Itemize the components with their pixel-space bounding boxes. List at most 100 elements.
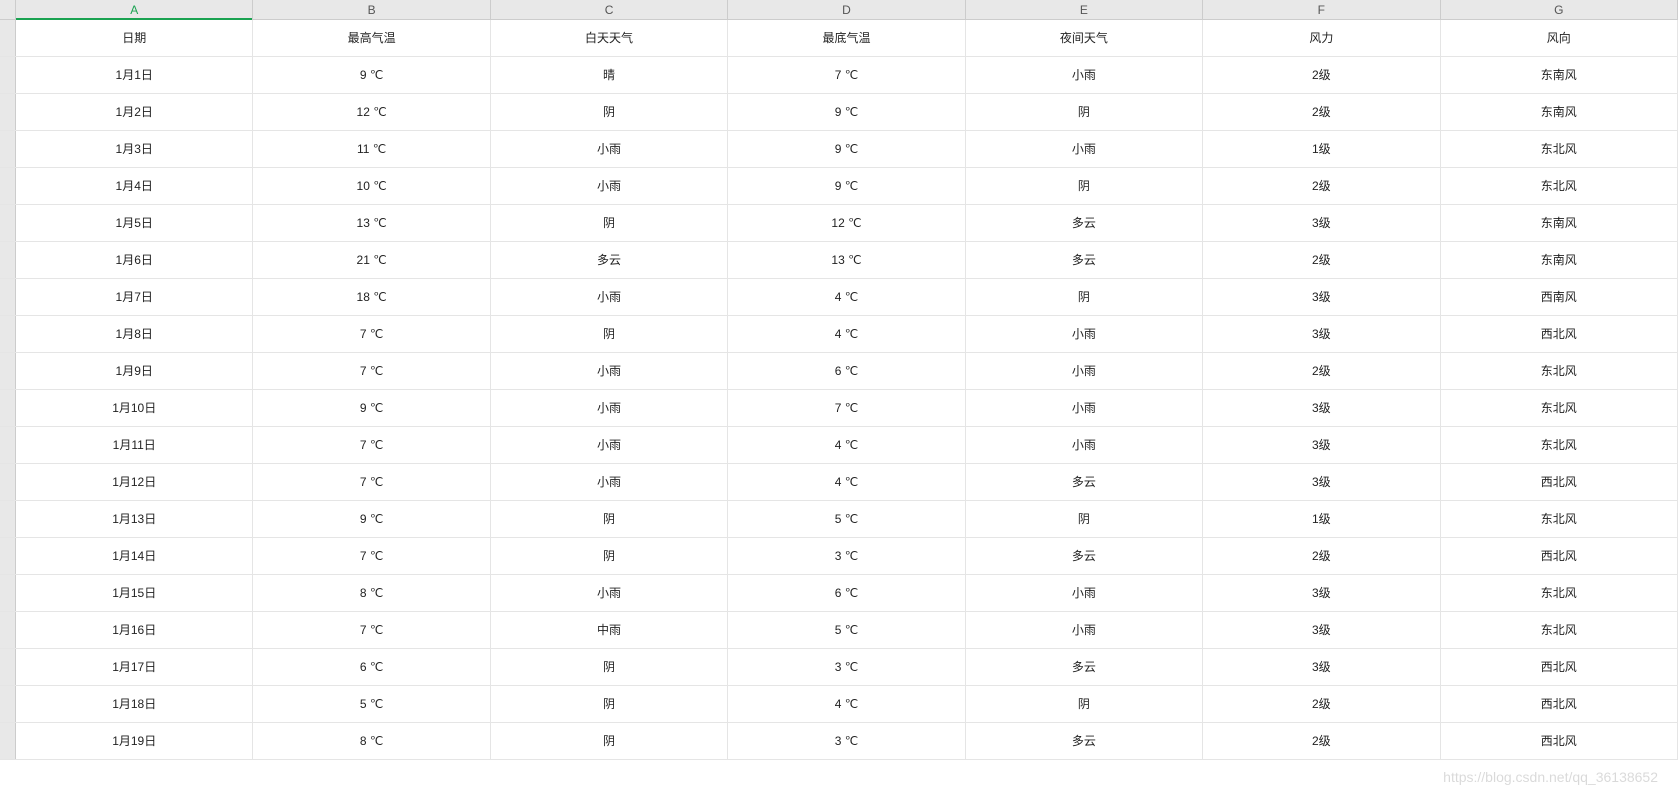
cell[interactable]: 西北风 [1441,316,1678,352]
row-gutter[interactable] [0,723,16,759]
cell[interactable]: 东北风 [1441,353,1678,389]
cell[interactable]: 1月2日 [16,94,253,130]
header-cell-wind-direction[interactable]: 风向 [1441,20,1678,56]
cell[interactable]: 4 ℃ [728,464,965,500]
cell[interactable]: 2级 [1203,686,1440,722]
cell[interactable]: 东北风 [1441,168,1678,204]
cell[interactable]: 1级 [1203,501,1440,537]
row-gutter[interactable] [0,242,16,278]
row-gutter[interactable] [0,94,16,130]
cell[interactable]: 小雨 [491,353,728,389]
cell[interactable]: 多云 [966,649,1203,685]
column-header-e[interactable]: E [966,0,1203,19]
cell[interactable]: 小雨 [491,427,728,463]
cell[interactable]: 东南风 [1441,94,1678,130]
header-cell-night-weather[interactable]: 夜间天气 [966,20,1203,56]
cell[interactable]: 多云 [491,242,728,278]
cell[interactable]: 3级 [1203,649,1440,685]
cell[interactable]: 9 ℃ [728,94,965,130]
header-cell-low-temp[interactable]: 最底气温 [728,20,965,56]
cell[interactable]: 1月11日 [16,427,253,463]
cell[interactable]: 阴 [491,538,728,574]
row-gutter[interactable] [0,686,16,722]
cell[interactable]: 阴 [491,94,728,130]
row-gutter[interactable] [0,353,16,389]
header-cell-date[interactable]: 日期 [16,20,253,56]
cell[interactable]: 多云 [966,723,1203,759]
row-gutter[interactable] [0,57,16,93]
cell[interactable]: 阴 [966,168,1203,204]
cell[interactable]: 东北风 [1441,501,1678,537]
cell[interactable]: 1月7日 [16,279,253,315]
cell[interactable]: 3 ℃ [728,649,965,685]
cell[interactable]: 7 ℃ [728,57,965,93]
cell[interactable]: 小雨 [491,390,728,426]
row-gutter[interactable] [0,538,16,574]
cell[interactable]: 9 ℃ [253,501,490,537]
header-cell-day-weather[interactable]: 白天天气 [491,20,728,56]
column-header-a[interactable]: A [16,0,253,19]
column-header-d[interactable]: D [728,0,965,19]
header-cell-wind-force[interactable]: 风力 [1203,20,1440,56]
cell[interactable]: 9 ℃ [728,168,965,204]
cell[interactable]: 1月9日 [16,353,253,389]
cell[interactable]: 阴 [966,501,1203,537]
cell[interactable]: 7 ℃ [728,390,965,426]
cell[interactable]: 1月5日 [16,205,253,241]
cell[interactable]: 4 ℃ [728,686,965,722]
cell[interactable]: 12 ℃ [253,94,490,130]
cell[interactable]: 2级 [1203,168,1440,204]
cell[interactable]: 西北风 [1441,538,1678,574]
cell[interactable]: 3 ℃ [728,538,965,574]
cell[interactable]: 2级 [1203,723,1440,759]
cell[interactable]: 小雨 [491,279,728,315]
cell[interactable]: 3级 [1203,316,1440,352]
cell[interactable]: 东北风 [1441,575,1678,611]
cell[interactable]: 1月16日 [16,612,253,648]
cell[interactable]: 9 ℃ [253,390,490,426]
cell[interactable]: 2级 [1203,538,1440,574]
column-header-b[interactable]: B [253,0,490,19]
cell[interactable]: 晴 [491,57,728,93]
cell[interactable]: 1月8日 [16,316,253,352]
cell[interactable]: 3级 [1203,427,1440,463]
cell[interactable]: 阴 [491,686,728,722]
cell[interactable]: 阴 [491,501,728,537]
cell[interactable]: 小雨 [491,464,728,500]
cell[interactable]: 6 ℃ [728,575,965,611]
cell[interactable]: 9 ℃ [728,131,965,167]
row-gutter[interactable] [0,20,16,56]
cell[interactable]: 中雨 [491,612,728,648]
cell[interactable]: 3级 [1203,464,1440,500]
cell[interactable]: 13 ℃ [728,242,965,278]
cell[interactable]: 7 ℃ [253,612,490,648]
cell[interactable]: 1月3日 [16,131,253,167]
cell[interactable]: 小雨 [966,612,1203,648]
cell[interactable]: 7 ℃ [253,353,490,389]
cell[interactable]: 1月10日 [16,390,253,426]
cell[interactable]: 东北风 [1441,427,1678,463]
cell[interactable]: 阴 [491,649,728,685]
cell[interactable]: 阴 [491,723,728,759]
cell[interactable]: 阴 [966,686,1203,722]
cell[interactable]: 10 ℃ [253,168,490,204]
cell[interactable]: 小雨 [966,353,1203,389]
cell[interactable]: 多云 [966,464,1203,500]
cell[interactable]: 小雨 [491,575,728,611]
cell[interactable]: 3级 [1203,205,1440,241]
cell[interactable]: 1月1日 [16,57,253,93]
cell[interactable]: 东南风 [1441,205,1678,241]
cell[interactable]: 东南风 [1441,242,1678,278]
row-gutter[interactable] [0,279,16,315]
cell[interactable]: 阴 [966,279,1203,315]
cell[interactable]: 1月4日 [16,168,253,204]
cell[interactable]: 3级 [1203,575,1440,611]
cell[interactable]: 1月12日 [16,464,253,500]
cell[interactable]: 13 ℃ [253,205,490,241]
cell[interactable]: 8 ℃ [253,575,490,611]
cell[interactable]: 11 ℃ [253,131,490,167]
cell[interactable]: 7 ℃ [253,538,490,574]
select-all-corner[interactable] [0,0,16,19]
cell[interactable]: 8 ℃ [253,723,490,759]
cell[interactable]: 西南风 [1441,279,1678,315]
